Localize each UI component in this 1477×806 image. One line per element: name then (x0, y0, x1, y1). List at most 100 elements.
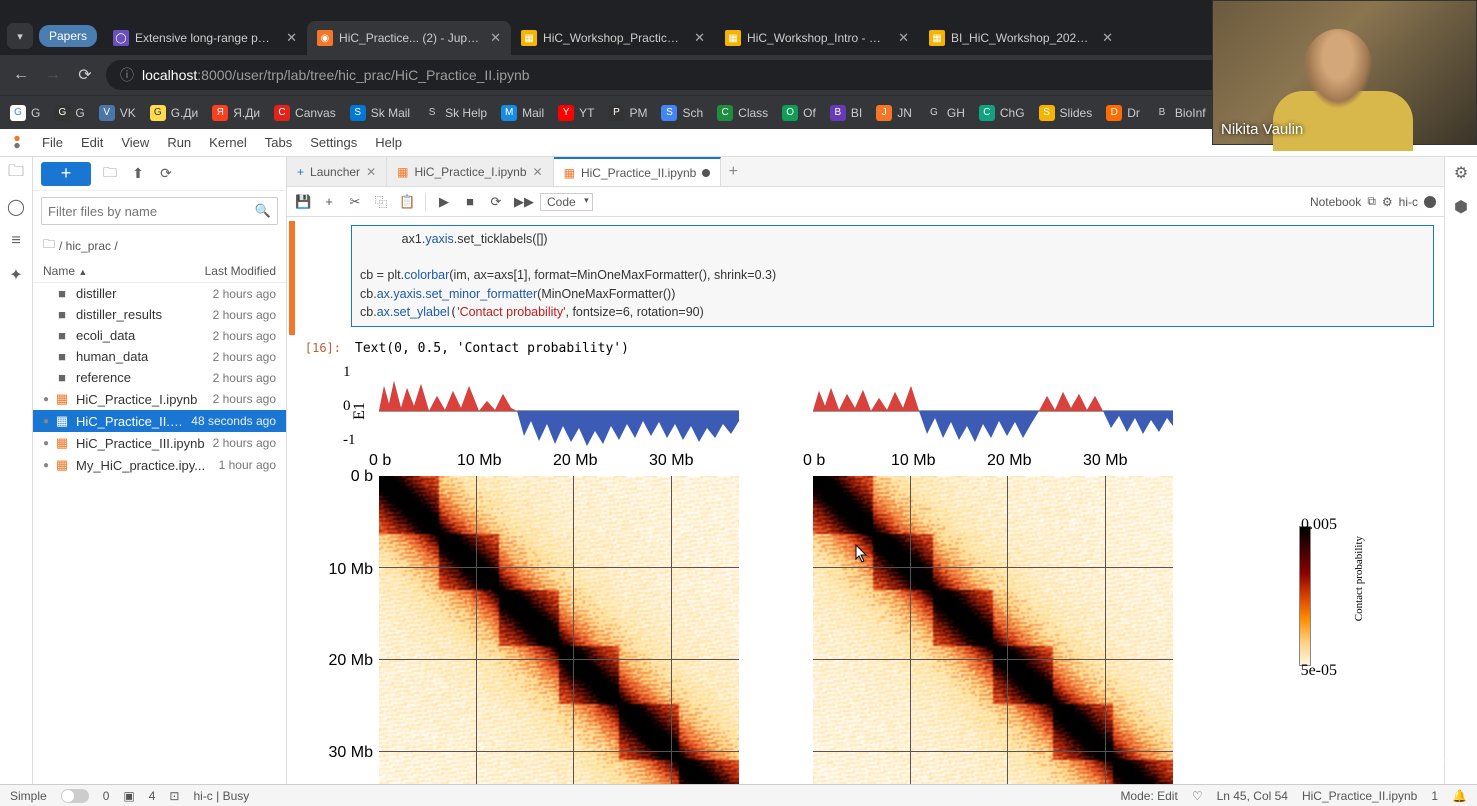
bookmark-item[interactable]: PPM (608, 105, 647, 121)
reload-button[interactable]: ⟳ (74, 65, 96, 85)
notebook-mode-label[interactable]: Notebook (1310, 195, 1361, 209)
close-icon[interactable]: ✕ (366, 165, 376, 179)
bookmark-item[interactable]: CCanvas (274, 105, 336, 121)
heart-icon[interactable]: ♡ (1192, 789, 1203, 803)
notebook-item[interactable]: ●▦HiC_Practice_II.ipynb48 seconds ago (33, 410, 286, 432)
tab-search-button[interactable]: ▾ (7, 23, 33, 49)
column-name[interactable]: Name ▲ (43, 264, 205, 278)
bookmark-item[interactable]: JJN (876, 105, 912, 121)
menu-kernel[interactable]: Kernel (201, 131, 255, 154)
bell-icon[interactable]: 🔔 (1452, 789, 1467, 803)
folder-item[interactable]: ■distiller2 hours ago (33, 283, 286, 304)
bookmark-item[interactable]: SSk Help (424, 105, 487, 121)
stop-icon[interactable]: ■ (462, 194, 478, 209)
menu-settings[interactable]: Settings (302, 131, 365, 154)
kernel-status[interactable]: hi-c | Busy (193, 789, 249, 803)
menu-file[interactable]: File (34, 131, 71, 154)
simple-mode-toggle[interactable] (61, 789, 89, 803)
notification-count[interactable]: 1 (1431, 789, 1438, 803)
browser-tab[interactable]: ▦HiC_Workshop_Practice - Goog✕ (511, 21, 715, 55)
back-button[interactable]: ← (10, 66, 32, 84)
bookmark-item[interactable]: CClass (717, 105, 768, 121)
file-filter[interactable]: 🔍 (41, 197, 278, 225)
close-tab-icon[interactable]: ✕ (486, 30, 501, 46)
bookmark-item[interactable]: GG.Ди (150, 105, 199, 121)
settings-gear-icon[interactable]: ⚙ (1382, 195, 1393, 209)
document-tab[interactable]: +Launcher✕ (287, 157, 387, 186)
upload-icon[interactable]: ⬆ (129, 165, 147, 182)
folder-item[interactable]: ■distiller_results2 hours ago (33, 304, 286, 325)
site-info-icon[interactable]: ⓘ (120, 65, 134, 85)
document-tab[interactable]: ▦HiC_Practice_II.ipynb (554, 157, 722, 186)
papers-extension-button[interactable]: Papers (39, 25, 97, 47)
bookmark-item[interactable]: GG (54, 105, 84, 121)
kernels-count[interactable]: 4 (149, 789, 156, 803)
kernel-name[interactable]: hi-c (1399, 195, 1418, 209)
running-icon[interactable]: ◯ (6, 197, 26, 217)
bookmark-item[interactable]: BBI (830, 105, 862, 121)
add-tab-button[interactable]: + (721, 157, 745, 186)
close-icon[interactable]: ✕ (533, 165, 543, 179)
paste-icon[interactable]: 📋 (399, 194, 415, 210)
file-filter-input[interactable] (48, 204, 255, 219)
bookmark-item[interactable]: CChG (979, 105, 1025, 121)
bookmark-item[interactable]: BBioInf (1154, 105, 1206, 121)
bookmark-item[interactable]: ЯЯ.Ди (212, 105, 260, 121)
file-browser-icon[interactable]: 🗀 (6, 163, 26, 183)
browser-tab[interactable]: ▦BI_HiC_Workshop_2024 - Goog✕ (919, 21, 1123, 55)
bookmark-item[interactable]: GGH (926, 105, 965, 121)
folder-item[interactable]: ■ecoli_data2 hours ago (33, 325, 286, 346)
kernel-busy-indicator[interactable] (1424, 196, 1436, 208)
insert-cell-icon[interactable]: + (321, 194, 337, 209)
restart-run-icon[interactable]: ▶▶ (514, 194, 530, 210)
save-icon[interactable]: 💾 (295, 194, 311, 210)
toc-icon[interactable]: ≡ (6, 231, 26, 251)
close-tab-icon[interactable]: ✕ (1098, 30, 1113, 46)
bookmark-item[interactable]: YYT (558, 105, 594, 121)
property-inspector-icon[interactable]: ⚙ (1454, 163, 1468, 183)
restart-icon[interactable]: ⟳ (488, 194, 504, 210)
column-modified[interactable]: Last Modified (205, 264, 276, 278)
new-launcher-button[interactable]: + (41, 162, 91, 186)
cell-type-select[interactable]: Code (540, 193, 593, 211)
bookmark-item[interactable]: SSk Mail (350, 105, 410, 121)
refresh-icon[interactable]: ⟳ (157, 165, 175, 182)
menu-view[interactable]: View (113, 131, 157, 154)
menu-run[interactable]: Run (159, 131, 199, 154)
copy-icon[interactable]: ⿻ (373, 192, 389, 211)
new-folder-icon[interactable]: 🗀 (101, 162, 119, 186)
extensions-icon[interactable]: ✦ (6, 265, 26, 285)
browser-tab[interactable]: ▦HiC_Workshop_Intro - Google ✕ (715, 21, 919, 55)
bookmark-item[interactable]: OOf (782, 105, 816, 121)
bookmark-item[interactable]: SSch (661, 105, 703, 121)
close-tab-icon[interactable]: ✕ (894, 30, 909, 46)
close-tab-icon[interactable]: ✕ (282, 30, 297, 46)
browser-tab[interactable]: ◉HiC_Practice... (2) - JupyterLab✕ (307, 21, 511, 55)
run-icon[interactable]: ▶ (436, 194, 452, 210)
breadcrumb[interactable]: 🗀 / hic_prac / (33, 231, 286, 260)
bookmark-item[interactable]: SSlides (1039, 105, 1093, 121)
folder-item[interactable]: ■human_data2 hours ago (33, 346, 286, 367)
close-tab-icon[interactable]: ✕ (690, 30, 705, 46)
debugger-icon[interactable]: ⬢ (1454, 197, 1468, 217)
code-editor[interactable]: ax1.yaxis.set_ticklabels([]) cb = plt.co… (351, 225, 1434, 327)
bookmark-item[interactable]: DDr (1106, 105, 1140, 121)
notebook-body[interactable]: ax1.yaxis.set_ticklabels([]) cb = plt.co… (287, 217, 1444, 784)
terminals-count[interactable]: 0 (103, 789, 110, 803)
menu-tabs[interactable]: Tabs (257, 131, 300, 154)
notebook-item[interactable]: ●▦My_HiC_practice.ipy...1 hour ago (33, 454, 286, 476)
bookmark-item[interactable]: MMail (501, 105, 544, 121)
mode-indicator[interactable]: Mode: Edit (1120, 789, 1177, 803)
cursor-position[interactable]: Ln 45, Col 54 (1217, 789, 1288, 803)
menu-help[interactable]: Help (367, 131, 410, 154)
forward-button[interactable]: → (42, 66, 64, 84)
notebook-item[interactable]: ●▦HiC_Practice_I.ipynb2 hours ago (33, 388, 286, 410)
current-file[interactable]: HiC_Practice_II.ipynb (1302, 789, 1417, 803)
bookmark-item[interactable]: VVK (99, 105, 136, 121)
bookmark-item[interactable]: GG (10, 105, 40, 121)
cut-icon[interactable]: ✂ (347, 194, 363, 210)
browser-tab[interactable]: ◯Extensive long-range polycomb✕ (103, 21, 307, 55)
document-tab[interactable]: ▦HiC_Practice_I.ipynb✕ (387, 157, 553, 186)
code-cell[interactable]: ax1.yaxis.set_ticklabels([]) cb = plt.co… (289, 221, 1442, 335)
folder-item[interactable]: ■reference2 hours ago (33, 367, 286, 388)
